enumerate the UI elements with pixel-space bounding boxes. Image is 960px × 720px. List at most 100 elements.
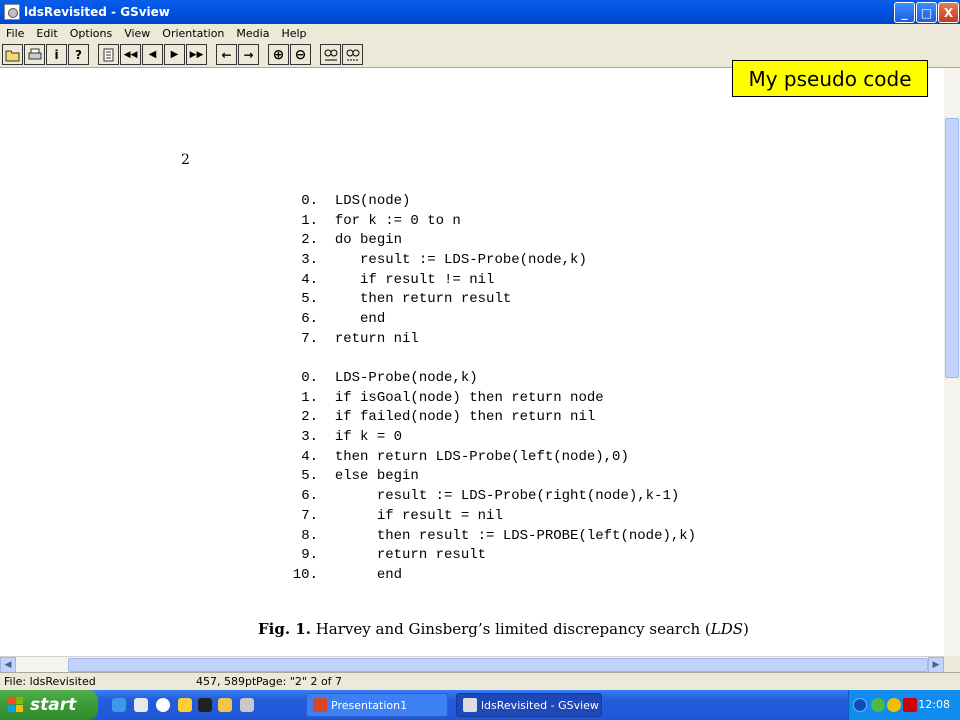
network-icon[interactable] <box>871 698 885 712</box>
code-line-text: LDS-Probe(node,k) <box>334 370 478 386</box>
ati-icon[interactable] <box>903 698 917 712</box>
folder-icon[interactable] <box>178 698 192 712</box>
code-line-number: 9. <box>301 547 318 564</box>
first-page-button[interactable]: ◀◀ <box>120 44 141 65</box>
code-line-text: if result != nil <box>334 271 495 288</box>
horizontal-scrollbar[interactable]: ◀ ▶ <box>0 656 944 673</box>
taskbar-item-gsview[interactable]: ldsRevisited - GSview <box>456 693 602 717</box>
code-line-number: 4. <box>301 448 318 465</box>
code-line-text: end <box>334 311 386 328</box>
code-line: 3. if k = 0 <box>290 428 696 448</box>
status-page: Page: "2" 2 of 7 <box>256 675 343 688</box>
code-line: 6. end <box>300 310 587 330</box>
view-full-icon <box>346 49 359 60</box>
code-line-number: 4. <box>301 271 318 288</box>
horizontal-scroll-thumb[interactable] <box>68 658 928 672</box>
code-line: 7. if result = nil <box>290 507 696 527</box>
pseudo-code-annotation: My pseudo code <box>732 60 928 97</box>
menu-view[interactable]: View <box>118 27 156 40</box>
zoom-in-button[interactable]: ⊕ <box>268 44 289 65</box>
close-button[interactable]: X <box>938 2 959 23</box>
console-icon[interactable] <box>198 698 212 712</box>
code-line-number: 0. <box>301 193 318 209</box>
code-line: 4. if result != nil <box>300 271 587 291</box>
help-button[interactable]: ? <box>68 44 89 65</box>
scroll-right-button[interactable]: ▶ <box>928 657 944 673</box>
page-button[interactable] <box>98 44 119 65</box>
zoom-out-button[interactable]: ⊖ <box>290 44 311 65</box>
volume-icon[interactable] <box>887 698 901 712</box>
view-abc-icon <box>324 49 337 60</box>
taskbar-item-presentation[interactable]: Presentation1 <box>306 693 448 717</box>
code-line: 2. do begin <box>300 231 587 251</box>
explorer-icon[interactable] <box>218 698 232 712</box>
code-line-number: 3. <box>301 429 318 446</box>
print-button[interactable] <box>24 44 45 65</box>
page-icon <box>103 48 113 61</box>
document-view[interactable]: 2 0. LDS(node) 1. for k := 0 to n 2. do be… <box>0 68 944 656</box>
code-line: 9. return result <box>290 546 696 566</box>
scroll-corner <box>944 656 960 672</box>
info-button[interactable]: i <box>46 44 67 65</box>
code-line-text: if failed(node) then return nil <box>334 409 596 426</box>
code-line: 10. end <box>290 566 696 586</box>
prev-page-button[interactable]: ◀ <box>142 44 163 65</box>
figure-caption-close: ) <box>743 620 749 638</box>
code-line-number: 7. <box>301 330 318 347</box>
open-button[interactable] <box>2 44 23 65</box>
code-line-number: 6. <box>301 311 318 328</box>
code-line: 6. result := LDS-Probe(right(node),k-1) <box>290 487 696 507</box>
back-button[interactable]: ← <box>216 44 237 65</box>
code-line-text: else begin <box>334 468 419 485</box>
menu-options[interactable]: Options <box>64 27 118 40</box>
windows-logo-icon <box>8 697 23 712</box>
menu-help[interactable]: Help <box>275 27 312 40</box>
figure-caption: Fig. 1. Harvey and Ginsberg’s limited di… <box>258 620 749 638</box>
title-bar: ldsRevisited - GSview _ □ X <box>0 0 960 24</box>
next-page-button[interactable]: ▶ <box>164 44 185 65</box>
vertical-scrollbar[interactable] <box>944 68 960 656</box>
gsview-app-icon[interactable] <box>4 4 20 20</box>
status-file: File: ldsRevisited <box>4 675 96 688</box>
media-player-icon[interactable] <box>156 698 170 712</box>
page-number: 2 <box>181 152 190 168</box>
code-line-number: 1. <box>301 389 318 406</box>
taskbar-item-label: ldsRevisited - GSview <box>481 698 599 712</box>
code-line: 0. LDS(node) <box>300 192 587 212</box>
forward-button[interactable]: → <box>238 44 259 65</box>
menu-edit[interactable]: Edit <box>30 27 63 40</box>
window-title: ldsRevisited - GSview <box>24 5 170 19</box>
maximize-button[interactable]: □ <box>916 2 937 23</box>
gsview-icon <box>463 698 477 712</box>
ie-icon[interactable] <box>112 698 126 712</box>
menu-media[interactable]: Media <box>230 27 275 40</box>
open-icon <box>5 50 19 61</box>
menu-file[interactable]: File <box>0 27 30 40</box>
code-line-text: LDS(node) <box>334 193 411 209</box>
print-icon <box>28 48 41 59</box>
code-line: 1. if isGoal(node) then return node <box>290 389 696 409</box>
start-button[interactable]: start <box>0 690 98 720</box>
last-page-button[interactable]: ▶▶ <box>186 44 207 65</box>
code-line-number: 8. <box>301 527 318 544</box>
code-line-text: result := LDS-Probe(right(node),k-1) <box>334 488 680 505</box>
code-line-number: 2. <box>301 409 318 426</box>
code-line-number: 3. <box>301 252 318 269</box>
figure-caption-abbr: LDS <box>710 620 744 638</box>
code-line-number: 7. <box>301 507 318 524</box>
menu-orientation[interactable]: Orientation <box>156 27 230 40</box>
minimize-button[interactable]: _ <box>894 2 915 23</box>
clock: 12:08 <box>918 698 950 711</box>
code-line-text: return nil <box>334 330 419 347</box>
code-line-text: then return LDS-Probe(left(node),0) <box>334 448 629 465</box>
document-icon[interactable] <box>240 698 254 712</box>
scroll-left-button[interactable]: ◀ <box>0 657 16 673</box>
code-line-text: result := LDS-Probe(node,k) <box>334 252 587 269</box>
start-label: start <box>30 695 77 715</box>
desktop-icon[interactable] <box>134 698 148 712</box>
code-line: 2. if failed(node) then return nil <box>290 408 696 428</box>
view-full-button[interactable] <box>342 44 363 65</box>
view-abc-button[interactable] <box>320 44 341 65</box>
tray-expand-icon[interactable] <box>853 698 867 712</box>
vertical-scroll-thumb[interactable] <box>945 118 959 378</box>
